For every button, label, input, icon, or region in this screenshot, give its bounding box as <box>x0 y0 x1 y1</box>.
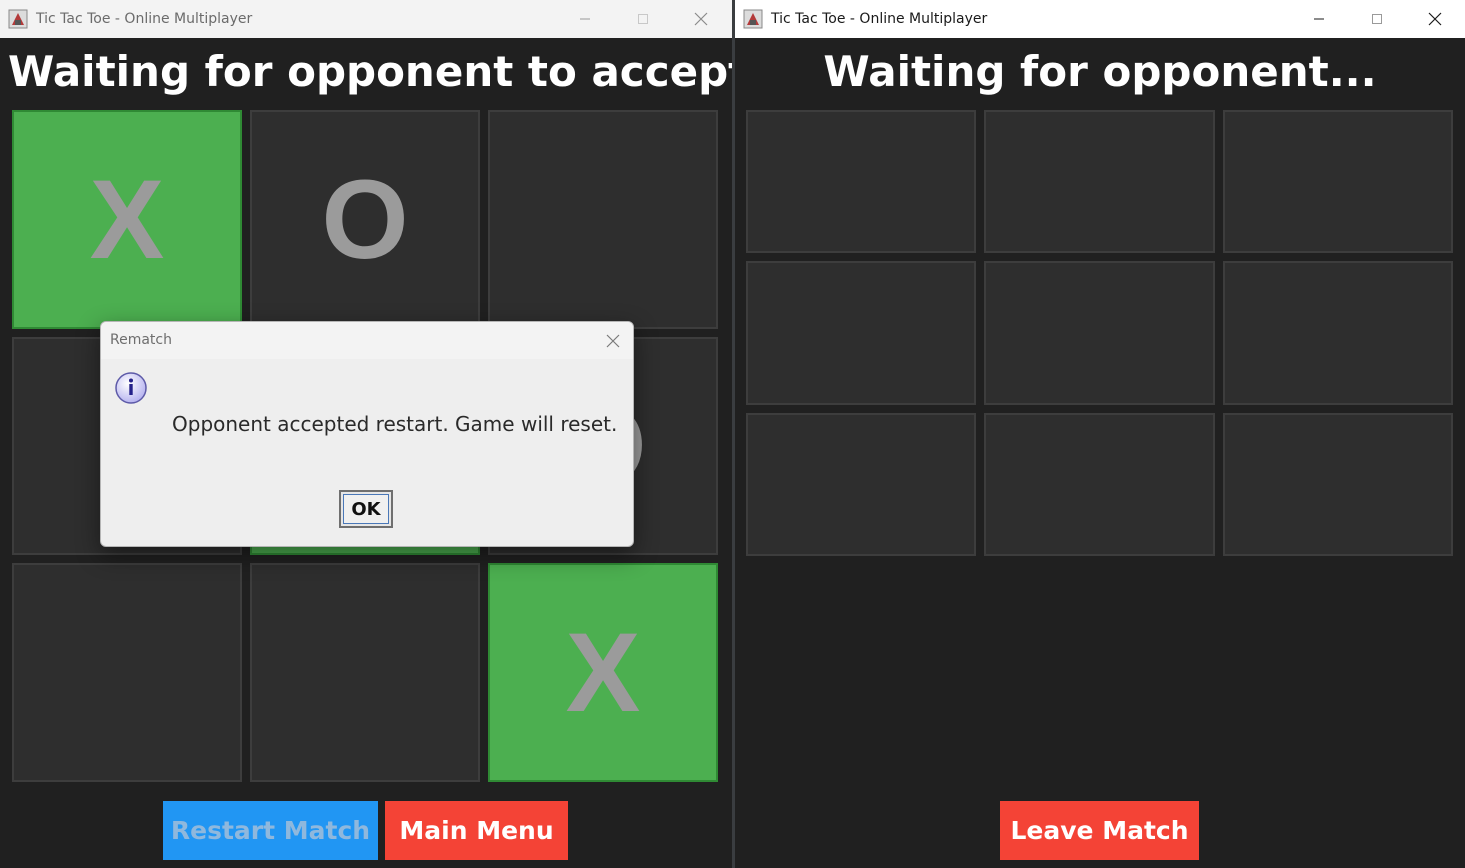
game-window-right: Tic Tac Toe - Online Multiplayer Waiting… <box>735 0 1465 868</box>
minimize-icon[interactable] <box>556 0 614 38</box>
title-bar[interactable]: Tic Tac Toe - Online Multiplayer <box>735 0 1465 38</box>
board-cell-6[interactable] <box>1222 261 1453 405</box>
board-cell-2[interactable]: O <box>250 110 480 329</box>
status-title: Waiting for opponent... <box>823 47 1377 96</box>
board-cell-9[interactable]: X <box>488 563 718 782</box>
info-icon <box>115 372 147 404</box>
game-window-left: Tic Tac Toe - Online Multiplayer Waiting… <box>0 0 732 868</box>
minimize-icon[interactable] <box>1290 0 1348 38</box>
board-cell-7[interactable] <box>746 412 977 556</box>
board-cell-3[interactable] <box>1222 110 1453 254</box>
window-title: Tic Tac Toe - Online Multiplayer <box>771 11 988 27</box>
java-app-icon <box>8 9 28 29</box>
dialog-title: Rematch <box>110 332 172 348</box>
board-cell-8[interactable] <box>984 412 1215 556</box>
ok-button-label: OK <box>343 494 389 524</box>
close-icon[interactable] <box>1406 0 1464 38</box>
board-cell-4[interactable] <box>746 261 977 405</box>
board-cell-7[interactable] <box>12 563 242 782</box>
ok-button[interactable]: OK <box>339 490 393 528</box>
board-cell-9[interactable] <box>1222 412 1453 556</box>
title-bar[interactable]: Tic Tac Toe - Online Multiplayer <box>0 0 732 38</box>
dialog-title-bar[interactable]: Rematch <box>101 322 633 359</box>
close-icon[interactable] <box>672 0 730 38</box>
board-cell-1[interactable]: X <box>12 110 242 329</box>
restart-match-button[interactable]: Restart Match <box>163 801 378 860</box>
board-cell-5[interactable] <box>984 261 1215 405</box>
java-app-icon <box>743 9 763 29</box>
rematch-dialog: Rematch Opponent accepted restart. Game … <box>100 321 634 547</box>
leave-match-button[interactable]: Leave Match <box>1000 801 1199 860</box>
maximize-icon[interactable] <box>614 0 672 38</box>
maximize-icon[interactable] <box>1348 0 1406 38</box>
board-cell-8[interactable] <box>250 563 480 782</box>
board-cell-1[interactable] <box>746 110 977 254</box>
board-cell-3[interactable] <box>488 110 718 329</box>
board-cell-2[interactable] <box>984 110 1215 254</box>
main-menu-button[interactable]: Main Menu <box>385 801 568 860</box>
dialog-message: Opponent accepted restart. Game will res… <box>172 412 618 436</box>
dialog-close-icon[interactable] <box>603 331 623 351</box>
game-board <box>746 110 1453 556</box>
window-title: Tic Tac Toe - Online Multiplayer <box>36 11 253 27</box>
status-title: Waiting for opponent to accept ... <box>8 47 732 96</box>
